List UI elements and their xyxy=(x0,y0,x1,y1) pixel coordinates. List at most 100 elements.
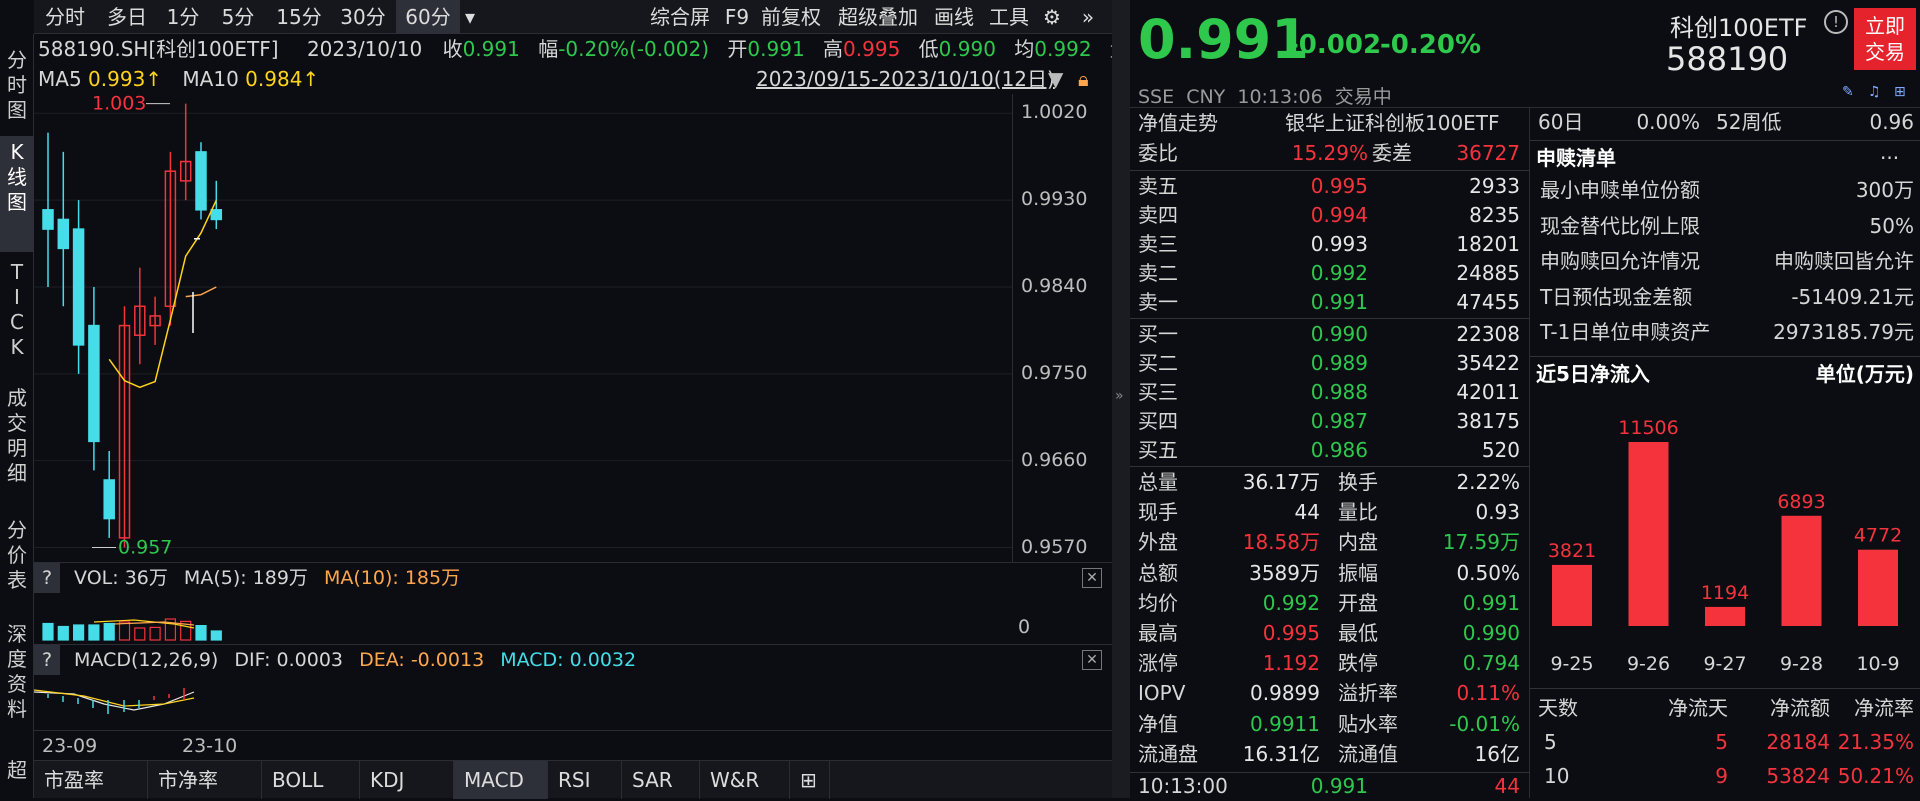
nav-trend-link[interactable]: 净值走势 xyxy=(1138,109,1218,138)
vtab-6[interactable]: 超 xyxy=(0,754,34,794)
macd-label: MACD(12,26,9) xyxy=(74,649,219,671)
price-tick: 0.9930 xyxy=(1021,188,1088,211)
bid-level-volume: 520 xyxy=(1481,438,1520,462)
bid-level-label: 买五 xyxy=(1138,438,1178,462)
price-axis: 1.0020 0.9930 0.9840 0.9750 0.9660 0.9570 xyxy=(1012,94,1112,562)
toolbar-tool-3[interactable]: 超级叠加 xyxy=(832,0,924,34)
period-tab-0[interactable]: 分时 xyxy=(34,0,96,34)
bid-level-price[interactable]: 0.990 xyxy=(1270,320,1368,349)
stat-label: 净值 xyxy=(1138,711,1178,736)
ask-level-price[interactable]: 0.994 xyxy=(1270,201,1368,230)
close-icon[interactable]: ✕ xyxy=(1082,650,1102,670)
indicator-tab-5[interactable]: RSI xyxy=(548,761,622,799)
summary-cell: 21.35% xyxy=(1837,730,1914,754)
volume-bar xyxy=(118,621,131,641)
date-axis: 23-09 23-10 xyxy=(34,730,1112,760)
help-icon[interactable]: ? xyxy=(34,645,60,675)
inflow-category-label: 9-28 xyxy=(1780,653,1823,675)
summary-cell: 5 xyxy=(1715,730,1728,754)
trade-now-button[interactable]: 立即 交易 xyxy=(1854,8,1916,70)
stat-value: 0.995 xyxy=(1262,621,1320,645)
indicator-tab-6[interactable]: SAR xyxy=(622,761,700,799)
stat-value: 0.50% xyxy=(1456,560,1520,585)
stat-label: 现手 xyxy=(1138,500,1178,525)
vtab-0[interactable]: 分 时 图 xyxy=(0,44,34,132)
toolbar-tool-2[interactable]: 前复权 xyxy=(754,0,828,34)
more-icon[interactable]: ··· xyxy=(1880,144,1899,173)
edit-icon[interactable]: ✎ xyxy=(1842,84,1854,100)
bell-icon[interactable]: ♫ xyxy=(1868,84,1881,100)
summary-cell: 9 xyxy=(1715,764,1728,788)
bid-level-price[interactable]: 0.989 xyxy=(1270,349,1368,378)
candle-body xyxy=(57,218,70,250)
sg-label: T日预估现金差额 xyxy=(1540,284,1693,309)
macd-chart xyxy=(34,688,195,714)
period-tab-5[interactable]: 30分 xyxy=(330,0,396,34)
toolbar-tool-1[interactable]: F9 xyxy=(722,0,752,34)
sg-label: 现金替代比例上限 xyxy=(1540,213,1700,238)
macd-value: MACD: 0.0032 xyxy=(500,649,637,671)
ask-level-price[interactable]: 0.995 xyxy=(1270,172,1368,201)
candle-body xyxy=(72,228,85,346)
period-tab-4[interactable]: 15分 xyxy=(268,0,330,34)
inflow-category-label: 9-27 xyxy=(1703,653,1746,675)
ask-level-volume: 2933 xyxy=(1469,174,1520,198)
period-value: 0.00% xyxy=(1636,110,1700,134)
panel-splitter[interactable]: » xyxy=(1112,0,1130,798)
ask-level-label: 卖一 xyxy=(1138,290,1178,314)
vol-ma5: MA(5): 189万 xyxy=(183,567,308,589)
ask-level-price[interactable]: 0.992 xyxy=(1270,259,1368,288)
sg-value: 300万 xyxy=(1855,178,1914,202)
indicator-tab-3[interactable]: KDJ xyxy=(360,761,454,799)
bid-level-price[interactable]: 0.986 xyxy=(1270,436,1368,465)
indicator-tab-1[interactable]: 市净率 xyxy=(148,761,262,799)
ask-level-price[interactable]: 0.991 xyxy=(1270,288,1368,317)
indicator-tab-2[interactable]: BOLL xyxy=(262,761,360,799)
summary-header: 天数 xyxy=(1538,696,1578,720)
inflow-bar-label: 11506 xyxy=(1618,417,1678,439)
indicator-tab-7[interactable]: W&R xyxy=(700,761,790,799)
divider xyxy=(1530,140,1920,141)
help-icon[interactable]: ? xyxy=(34,563,60,593)
add-icon[interactable]: ⊞ xyxy=(1894,84,1906,100)
indicator-tab-0[interactable]: 市盈率 xyxy=(34,761,148,799)
bid-level-price[interactable]: 0.988 xyxy=(1270,378,1368,407)
indicator-tab-4[interactable]: MACD xyxy=(454,761,548,799)
period-tab-2[interactable]: 1分 xyxy=(158,0,208,34)
inflow-bar xyxy=(1781,515,1822,626)
close-icon[interactable]: ✕ xyxy=(1082,568,1102,588)
vtab-2[interactable]: T I C K xyxy=(0,256,34,378)
indicator-tab-8[interactable]: ⊞ xyxy=(790,761,830,799)
toolbar-tool-4[interactable]: 画线 xyxy=(928,0,980,34)
sg-value: -51409.21元 xyxy=(1791,284,1914,309)
period-label: 60日 xyxy=(1538,110,1584,134)
double-chevron-right-icon[interactable]: » xyxy=(1074,0,1102,34)
stat-label: 量比 xyxy=(1338,500,1378,525)
lock-icon[interactable]: 🔒︎ xyxy=(1078,64,1089,94)
date-range[interactable]: 2023/09/15-2023/10/10(12日) xyxy=(756,64,1055,94)
period-tab-1[interactable]: 多日 xyxy=(96,0,158,34)
stat-value: 17.59万 xyxy=(1442,530,1520,555)
summary-header: 净流天 xyxy=(1668,696,1728,720)
quote-panel: 0.991 -0.002 -0.20% 科创100ETF ! 588190 立即… xyxy=(1130,0,1920,798)
vtab-3[interactable]: 成 交 明 细 xyxy=(0,382,34,510)
toolbar-tool-0[interactable]: 综合屏 xyxy=(642,0,718,34)
period-tab-7[interactable]: ▾ xyxy=(460,0,480,34)
toolbar-tool-5[interactable]: 工具 xyxy=(984,0,1034,34)
price-tick: 0.9750 xyxy=(1021,361,1088,384)
vtab-4[interactable]: 分 价 表 xyxy=(0,514,34,614)
vtab-1[interactable]: K 线 图 xyxy=(0,136,34,252)
ask-level-price[interactable]: 0.993 xyxy=(1270,230,1368,259)
vtab-5[interactable]: 深 度 资 料 xyxy=(0,618,34,748)
bid-level-volume: 42011 xyxy=(1456,380,1520,404)
kline-chart[interactable]: 1.003 0.957 xyxy=(34,94,1012,562)
bid-level-price[interactable]: 0.987 xyxy=(1270,407,1368,436)
vertical-view-tabs: 分 时 图 K 线 图 T I C K 成 交 明 细分 价 表深 度 资 料超 xyxy=(0,34,34,798)
info-icon[interactable]: ! xyxy=(1824,10,1848,34)
period-tab-3[interactable]: 5分 xyxy=(208,0,268,34)
chevron-right-icon[interactable]: » xyxy=(1115,388,1124,404)
ask-level-label: 卖二 xyxy=(1138,261,1178,285)
triangle-down-icon[interactable]: ▼ xyxy=(1048,64,1063,94)
period-tab-6[interactable]: 60分 xyxy=(396,0,460,34)
gear-icon[interactable]: ⚙ xyxy=(1038,0,1066,34)
